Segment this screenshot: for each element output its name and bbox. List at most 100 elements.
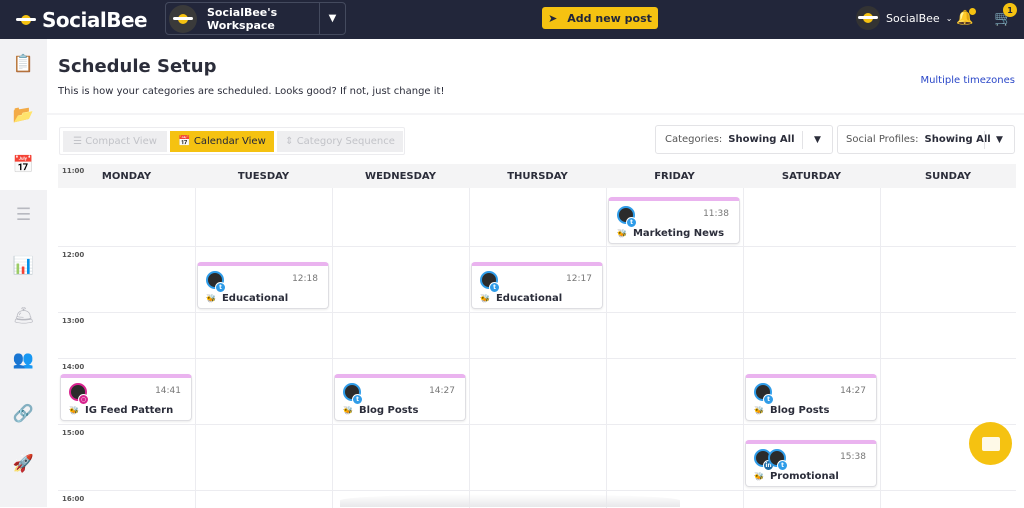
day-header: SUNDAY (880, 164, 1016, 188)
sidebar-item-calendar-edit[interactable]: 📅 (0, 140, 47, 190)
bee-icon: 🐝 (206, 294, 216, 303)
twitter-icon: t (626, 217, 637, 228)
hour-divider (58, 490, 1016, 491)
link-icon: 🔗 (12, 404, 35, 424)
chat-icon (981, 436, 1000, 451)
avatar (856, 6, 880, 30)
twitter-icon: t (352, 394, 363, 405)
slot-category: 🐝 Educational (480, 293, 563, 304)
twitter-icon: t (489, 282, 500, 293)
sidebar-item-list[interactable]: ☰ (0, 190, 47, 240)
page-subtitle: This is how your categories are schedule… (58, 86, 445, 97)
sidebar-item-analytics[interactable]: 📊 (0, 241, 47, 291)
sidebar-item-rocket[interactable]: 🚀 (0, 439, 47, 489)
hour-divider (58, 246, 1016, 247)
column-divider (606, 188, 607, 508)
analytics-icon: 📊 (12, 256, 35, 276)
bee-icon: 🐝 (754, 406, 764, 415)
top-bar: SocialBee SocialBee's Workspace ▼ ➤ Add n… (0, 0, 1024, 39)
hour-label: 14:00 (62, 363, 85, 371)
sidebar-item-link[interactable]: 🔗 (0, 389, 47, 439)
column-divider (743, 188, 744, 508)
bee-icon (173, 12, 193, 26)
twitter-icon: t (763, 394, 774, 405)
column-divider (332, 188, 333, 508)
calendar-edit-icon: 📅 (12, 155, 35, 175)
users-icon: 👥 (12, 350, 35, 370)
list-icon: ☰ (15, 205, 32, 225)
view-switcher: ☰ Compact View 📅 Calendar View ⇕ Categor… (59, 127, 405, 155)
user-menu[interactable]: SocialBee ⌄ (856, 6, 952, 30)
day-header: SATURDAY (743, 164, 880, 188)
bell-icon[interactable]: 🔔 (956, 8, 977, 26)
day-header: WEDNESDAY (332, 164, 469, 188)
compact-view-button[interactable]: ☰ Compact View (63, 131, 167, 152)
paper-plane-icon: ➤ (548, 11, 558, 25)
hour-label: 13:00 (62, 317, 85, 325)
workspace-name: SocialBee's Workspace (207, 5, 278, 32)
divider (47, 113, 1024, 115)
cart-badge: 1 (1003, 3, 1017, 17)
schedule-slot[interactable]: t 14:27 🐝 Blog Posts (334, 374, 466, 421)
bee-icon: 🐝 (754, 472, 764, 481)
slot-time: 15:38 (840, 452, 866, 462)
slot-time: 12:17 (566, 274, 592, 284)
bee-icon (16, 13, 36, 27)
sidebar-item-users[interactable]: 👥 (0, 335, 47, 385)
notification-dot (969, 8, 977, 15)
hour-label: 12:00 (62, 251, 85, 259)
slot-time: 14:27 (840, 386, 866, 396)
workspace-selector[interactable]: SocialBee's Workspace ▼ (165, 2, 346, 35)
slot-time: 12:18 (292, 274, 318, 284)
slot-time: 11:38 (703, 209, 729, 219)
twitter-icon: t (777, 460, 788, 471)
caret-down-icon: ▼ (802, 131, 832, 149)
slot-category: 🐝 Promotional (754, 471, 839, 482)
categories-filter[interactable]: Categories: Showing All ▼ (655, 125, 833, 154)
multiple-timezones-link[interactable]: Multiple timezones (920, 75, 1015, 86)
schedule-slot[interactable]: ○ 14:41 🐝 IG Feed Pattern (60, 374, 192, 421)
add-new-post-button[interactable]: ➤ Add new post (542, 7, 658, 29)
concierge-bell-icon: 🛎 (12, 306, 35, 326)
slot-category: 🐝 Blog Posts (754, 405, 830, 416)
hour-label: 15:00 (62, 429, 85, 437)
bee-icon: 🐝 (69, 406, 79, 415)
hour-divider (58, 358, 1016, 359)
chevron-down-icon: ⌄ (945, 13, 953, 23)
sort-icon: ⇕ (285, 136, 297, 147)
clipboard-icon: 📋 (12, 54, 35, 74)
schedule-slot[interactable]: t 12:18 🐝 Educational (197, 262, 329, 309)
sidebar-item-concierge-bell[interactable]: 🛎 (0, 291, 47, 341)
hour-divider (58, 312, 1016, 313)
calendar-icon: 📅 (178, 136, 194, 147)
schedule-calendar: MONDAY TUESDAY WEDNESDAY THURSDAY FRIDAY SATU… (58, 164, 1016, 508)
schedule-slot[interactable]: t 11:38 🐝 Marketing News (608, 197, 740, 244)
social-profiles-filter[interactable]: Social Profiles: Showing All ▼ (837, 125, 1015, 154)
slot-category: 🐝 Marketing News (617, 228, 725, 239)
chevron-down-icon[interactable]: ▼ (319, 3, 345, 34)
folder-icon: 📂 (12, 105, 35, 125)
sidebar-item-clipboard[interactable]: 📋 (0, 39, 47, 89)
category-sequence-button[interactable]: ⇕ Category Sequence (277, 131, 403, 152)
slot-time: 14:41 (155, 386, 181, 396)
schedule-slot[interactable]: t 12:17 🐝 Educational (471, 262, 603, 309)
schedule-slot[interactable]: in t 15:38 🐝 Promotional (745, 440, 877, 487)
schedule-slot[interactable]: t 14:27 🐝 Blog Posts (745, 374, 877, 421)
cart-icon[interactable]: 🛒 1 (994, 3, 1017, 27)
sidebar-item-folder[interactable]: 📂 (0, 90, 47, 140)
page-title: Schedule Setup (58, 56, 217, 77)
bee-icon (858, 11, 878, 25)
socialbee-logo[interactable]: SocialBee (16, 8, 148, 32)
sidebar: 📋 📂 📅 ☰ 📊 🛎 👥 🔗 🚀 (0, 39, 47, 507)
slot-category: 🐝 Blog Posts (343, 405, 419, 416)
workspace-avatar (169, 4, 197, 33)
bee-icon: 🐝 (343, 406, 353, 415)
column-divider (880, 188, 881, 508)
chat-button[interactable] (969, 422, 1012, 465)
calendar-view-button[interactable]: 📅 Calendar View (170, 131, 274, 152)
slot-time: 14:27 (429, 386, 455, 396)
rocket-icon: 🚀 (12, 454, 35, 474)
instagram-icon: ○ (78, 394, 89, 405)
day-header: THURSDAY (469, 164, 606, 188)
bee-icon: 🐝 (480, 294, 490, 303)
